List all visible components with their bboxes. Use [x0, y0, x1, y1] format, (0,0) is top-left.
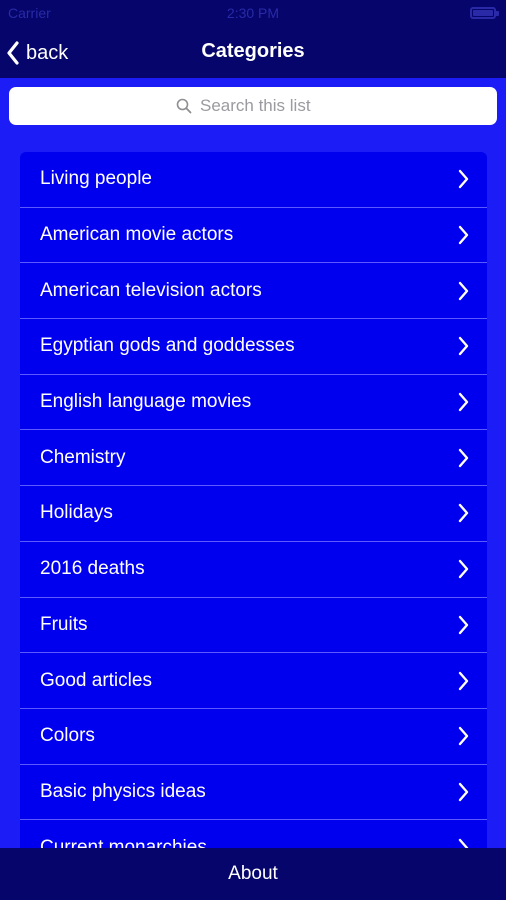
chevron-right-icon — [458, 727, 469, 746]
category-row[interactable]: Living people — [20, 152, 487, 208]
navigation-bar: back Categories — [0, 28, 506, 78]
chevron-right-icon — [458, 559, 469, 579]
battery-icon — [470, 7, 499, 19]
chevron-right-icon — [458, 392, 469, 412]
category-row[interactable]: Fruits — [20, 597, 487, 654]
status-time: 2:30 PM — [226, 5, 280, 21]
category-row[interactable]: English language movies — [20, 374, 487, 431]
category-label: English language movies — [40, 391, 252, 413]
category-row[interactable]: Egyptian gods and goddesses — [20, 319, 487, 375]
category-row[interactable]: Current monarchies — [20, 820, 487, 848]
category-label: American movie actors — [40, 224, 234, 246]
search-input[interactable] — [200, 96, 330, 116]
chevron-right-icon — [458, 615, 469, 635]
category-row[interactable]: Good articles — [20, 653, 487, 709]
search-field[interactable] — [9, 87, 497, 125]
category-label: Current monarchies — [40, 836, 207, 848]
status-bar: Carrier 2:30 PM — [0, 0, 506, 28]
category-label: Chemistry — [40, 446, 126, 468]
category-row[interactable]: Colors — [20, 708, 487, 765]
category-list: Living people American movie actors Americ… — [20, 152, 487, 848]
category-label: Egyptian gods and goddesses — [40, 335, 295, 357]
category-row[interactable]: American television actors — [20, 263, 487, 320]
category-label: Fruits — [40, 613, 88, 635]
chevron-right-icon — [458, 838, 469, 848]
chevron-right-icon — [458, 504, 469, 523]
category-label: 2016 deaths — [40, 558, 145, 580]
category-label: Colors — [40, 725, 95, 747]
category-label: Basic physics ideas — [40, 780, 206, 802]
chevron-right-icon — [458, 281, 469, 300]
chevron-right-icon — [458, 782, 469, 802]
chevron-right-icon — [458, 225, 469, 245]
page-title: Categories — [201, 40, 305, 62]
category-label: Good articles — [40, 669, 152, 691]
about-button[interactable]: About — [228, 863, 278, 885]
category-row[interactable]: Basic physics ideas — [20, 764, 487, 821]
chevron-right-icon — [458, 448, 469, 467]
category-label: American television actors — [40, 279, 262, 301]
chevron-right-icon — [458, 170, 469, 189]
category-row[interactable]: American movie actors — [20, 207, 487, 264]
category-row[interactable]: 2016 deaths — [20, 541, 487, 598]
category-label: Living people — [40, 168, 152, 190]
bottom-toolbar: About — [0, 848, 506, 900]
chevron-right-icon — [458, 337, 469, 356]
category-row[interactable]: Holidays — [20, 486, 487, 542]
search-bar — [0, 78, 506, 132]
chevron-right-icon — [458, 671, 469, 690]
search-icon — [176, 98, 192, 114]
category-row[interactable]: Chemistry — [20, 430, 487, 487]
category-label: Holidays — [40, 502, 113, 524]
